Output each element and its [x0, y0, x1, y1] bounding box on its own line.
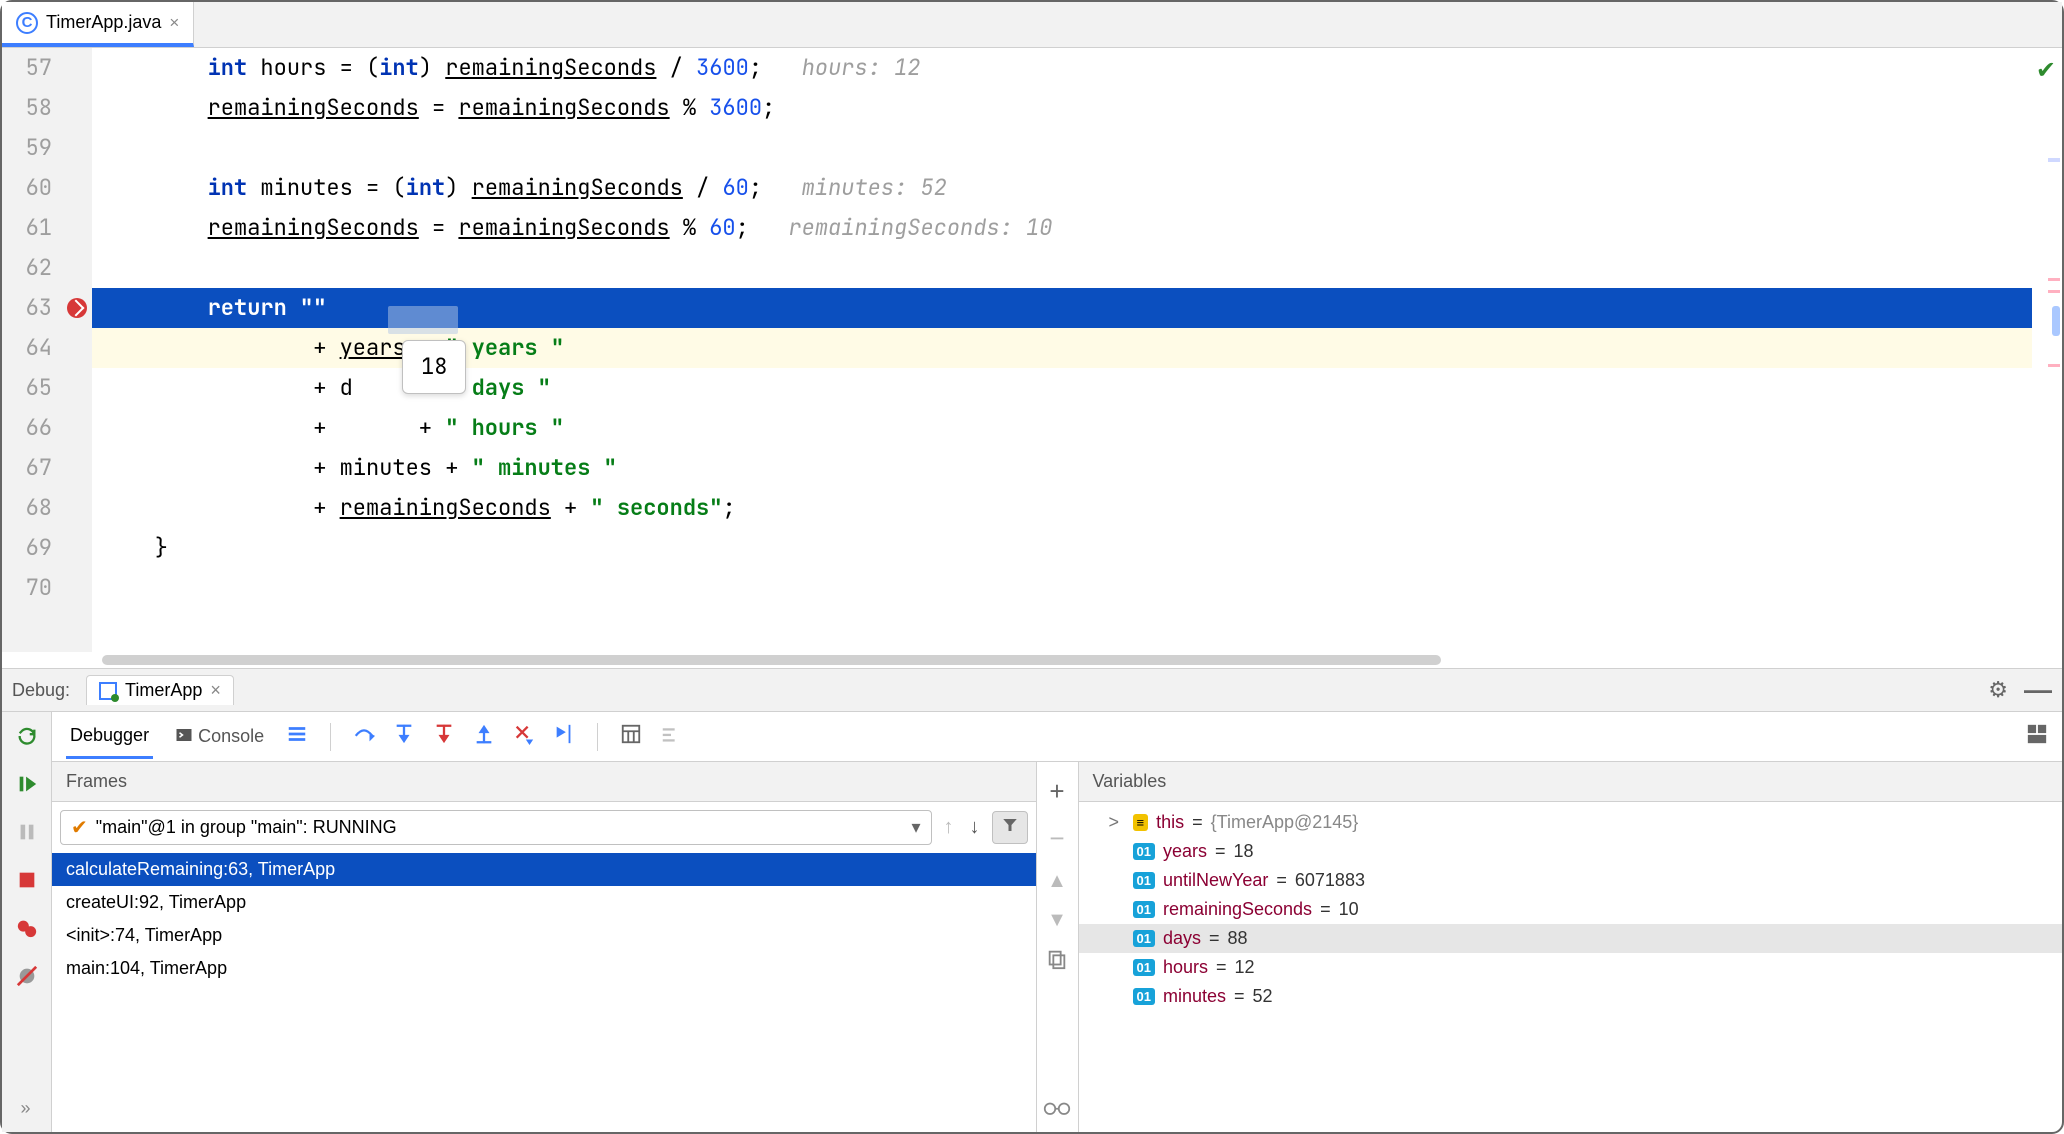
tab-debugger[interactable]: Debugger: [66, 715, 153, 759]
debug-toolwindow: » Debugger Console Frames: [2, 712, 2062, 1132]
step-over-button[interactable]: [353, 723, 375, 750]
rerun-button[interactable]: [13, 722, 41, 750]
code-line[interactable]: + minutes + " minutes ": [92, 448, 2032, 488]
horizontal-scrollbar[interactable]: [2, 652, 2062, 668]
file-tab[interactable]: C TimerApp.java ×: [2, 2, 194, 47]
layout-button[interactable]: [2026, 723, 2048, 750]
editor-tab-bar: C TimerApp.java ×: [2, 2, 2062, 48]
variable-row[interactable]: 01untilNewYear = 6071883: [1079, 866, 2063, 895]
filter-button[interactable]: [992, 811, 1028, 844]
variable-highlight: [388, 306, 458, 334]
close-icon[interactable]: ×: [169, 13, 179, 33]
view-breakpoints-button[interactable]: [13, 914, 41, 942]
copy-button[interactable]: [1046, 948, 1068, 975]
variable-row[interactable]: 01minutes = 52: [1079, 982, 2063, 1011]
variable-row[interactable]: >≡this = {TimerApp@2145}: [1079, 808, 2063, 837]
analysis-ok-icon: ✔: [2036, 56, 2056, 85]
mute-breakpoints-button[interactable]: [13, 962, 41, 990]
marker: [2048, 158, 2060, 162]
debug-toolwindow-header: Debug: TimerApp × ⚙ —: [2, 668, 2062, 712]
variables-pane: Variables >≡this = {TimerApp@2145}01year…: [1079, 762, 2063, 1132]
variable-row[interactable]: 01remainingSeconds = 10: [1079, 895, 2063, 924]
variable-row[interactable]: 01days = 88: [1079, 924, 2063, 953]
debug-label: Debug:: [12, 680, 70, 701]
frames-title: Frames: [52, 762, 1036, 802]
run-config-tab[interactable]: TimerApp ×: [86, 675, 234, 705]
thread-selector[interactable]: ✔ "main"@1 in group "main": RUNNING ▾: [60, 810, 932, 845]
frame-item[interactable]: calculateRemaining:63, TimerApp: [52, 853, 1036, 886]
code-line[interactable]: remainingSeconds = remainingSeconds % 60…: [92, 208, 2032, 248]
chevron-down-icon: ▾: [911, 817, 920, 838]
code-line[interactable]: [92, 568, 2032, 608]
code-editor[interactable]: 5758596061626364656667686970 int hours =…: [2, 48, 2062, 652]
frame-item[interactable]: main:104, TimerApp: [52, 952, 1036, 985]
class-file-icon: C: [16, 12, 38, 34]
debug-panes: Frames ✔ "main"@1 in group "main": RUNNI…: [52, 762, 2062, 1132]
code-line[interactable]: int hours = (int) remainingSeconds / 360…: [92, 48, 2032, 88]
frame-item[interactable]: <init>:74, TimerApp: [52, 919, 1036, 952]
evaluate-button[interactable]: [620, 723, 642, 750]
debug-main: Debugger Console Frames ✔ "main": [52, 712, 2062, 1132]
frame-item[interactable]: createUI:92, TimerApp: [52, 886, 1036, 919]
code-line[interactable]: + d + " days ": [92, 368, 2032, 408]
pause-button[interactable]: [13, 818, 41, 846]
breakpoint-gutter[interactable]: [62, 48, 92, 652]
code-line[interactable]: remainingSeconds = remainingSeconds % 36…: [92, 88, 2032, 128]
application-icon: [99, 682, 117, 700]
line-number-gutter: 5758596061626364656667686970: [2, 48, 62, 652]
hide-icon[interactable]: —: [2024, 674, 2052, 706]
glasses-icon[interactable]: [1043, 1097, 1071, 1122]
marker: [2048, 364, 2060, 367]
gear-icon[interactable]: ⚙: [1988, 677, 2008, 703]
code-line[interactable]: + years + " years ": [92, 328, 2032, 368]
code-line[interactable]: [92, 128, 2032, 168]
code-line[interactable]: + + " hours ": [92, 408, 2032, 448]
code-line[interactable]: }: [92, 528, 2032, 568]
trace-button[interactable]: [660, 723, 682, 750]
remove-watch-button[interactable]: −: [1049, 823, 1064, 854]
variable-row[interactable]: 01hours = 12: [1079, 953, 2063, 982]
threads-icon[interactable]: [286, 723, 308, 750]
frames-pane: Frames ✔ "main"@1 in group "main": RUNNI…: [52, 762, 1037, 1132]
run-to-cursor-button[interactable]: [553, 723, 575, 750]
frame-list[interactable]: calculateRemaining:63, TimerAppcreateUI:…: [52, 853, 1036, 1132]
code-line[interactable]: + remainingSeconds + " seconds";: [92, 488, 2032, 528]
marker: [2048, 290, 2060, 293]
down-button[interactable]: ▼: [1047, 909, 1067, 932]
file-tab-label: TimerApp.java: [46, 12, 161, 33]
marker: [2048, 278, 2060, 281]
value-tooltip: 18: [402, 340, 466, 394]
force-step-into-button[interactable]: [433, 723, 455, 750]
code-line[interactable]: int minutes = (int) remainingSeconds / 6…: [92, 168, 2032, 208]
code-line[interactable]: [92, 248, 2032, 288]
up-button[interactable]: ▲: [1047, 870, 1067, 893]
next-frame-button[interactable]: ↓: [966, 812, 984, 843]
step-out-button[interactable]: [473, 723, 495, 750]
stop-button[interactable]: [13, 866, 41, 894]
resume-button[interactable]: [13, 770, 41, 798]
breakpoint-icon[interactable]: [67, 298, 87, 318]
variable-row[interactable]: 01years = 18: [1079, 837, 2063, 866]
step-into-button[interactable]: [393, 723, 415, 750]
close-icon[interactable]: ×: [210, 680, 221, 701]
prev-frame-button[interactable]: ↑: [940, 812, 958, 843]
add-watch-button[interactable]: +: [1049, 776, 1064, 807]
frames-controls: ✔ "main"@1 in group "main": RUNNING ▾ ↑ …: [52, 802, 1036, 853]
scroll-thumb[interactable]: [2052, 306, 2060, 336]
more-button[interactable]: »: [13, 1094, 41, 1122]
scroll-thumb[interactable]: [102, 655, 1441, 665]
thread-label: "main"@1 in group "main": RUNNING: [96, 817, 397, 838]
run-config-label: TimerApp: [125, 680, 202, 701]
variables-toolbar: + − ▲ ▼: [1037, 762, 1079, 1132]
debug-side-toolbar: »: [2, 712, 52, 1132]
code-line[interactable]: return "": [92, 288, 2032, 328]
check-icon: ✔: [71, 815, 88, 840]
variables-title: Variables: [1079, 762, 2063, 802]
variables-list[interactable]: >≡this = {TimerApp@2145}01years = 1801un…: [1079, 802, 2063, 1132]
inspection-gutter: ✔: [2032, 48, 2062, 652]
drop-frame-button[interactable]: [513, 723, 535, 750]
code-content[interactable]: int hours = (int) remainingSeconds / 360…: [92, 48, 2032, 652]
tab-console[interactable]: Console: [171, 716, 268, 757]
debug-toolbar: Debugger Console: [52, 712, 2062, 762]
